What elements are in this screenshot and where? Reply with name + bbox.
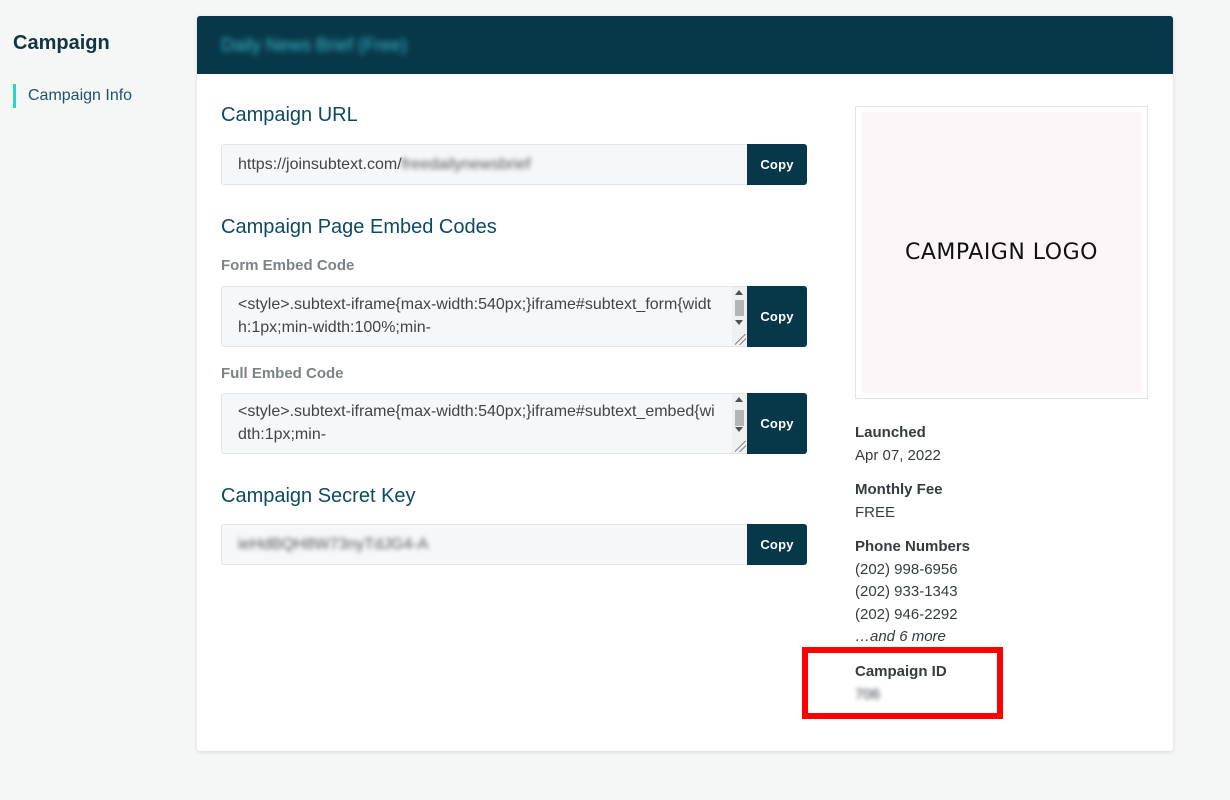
- url-slug: freedailynewsbrief: [401, 156, 531, 173]
- form-embed-textarea[interactable]: <style>.subtext-iframe{max-width:540px;}…: [221, 286, 747, 347]
- campaign-id-block: Campaign ID 706: [855, 661, 947, 706]
- secret-key-value: ieHdBQH8W73nyTdJG4-A: [238, 536, 429, 553]
- full-embed-textarea[interactable]: <style>.subtext-iframe{max-width:540px;}…: [221, 393, 747, 454]
- scroll-down-arrow-icon[interactable]: [735, 320, 743, 325]
- scroll-thumb[interactable]: [735, 410, 744, 426]
- campaign-url-title: Campaign URL: [221, 104, 358, 126]
- monthly-fee-block: Monthly Fee FREE: [855, 479, 943, 524]
- secret-key-field[interactable]: ieHdBQH8W73nyTdJG4-A: [221, 524, 747, 565]
- scroll-up-arrow-icon[interactable]: [735, 290, 743, 295]
- copy-full-embed-button[interactable]: Copy: [747, 393, 807, 454]
- form-embed-label: Form Embed Code: [221, 257, 355, 274]
- campaign-url-field[interactable]: https://joinsubtext.com/freedailynewsbri…: [221, 144, 747, 185]
- sidebar: Campaign Campaign Info: [0, 0, 197, 800]
- campaign-logo: CAMPAIGN LOGO: [855, 106, 1148, 399]
- phone-number: (202) 998-6956: [855, 561, 958, 578]
- phone-numbers-block: Phone Numbers (202) 998-6956 (202) 933-1…: [855, 536, 970, 648]
- campaign-url-row: https://joinsubtext.com/freedailynewsbri…: [221, 144, 807, 185]
- embed-codes-title: Campaign Page Embed Codes: [221, 216, 497, 238]
- form-embed-code: <style>.subtext-iframe{max-width:540px;}…: [238, 296, 712, 336]
- launched-value: Apr 07, 2022: [855, 447, 941, 464]
- launched-block: Launched Apr 07, 2022: [855, 422, 941, 467]
- secret-key-row: ieHdBQH8W73nyTdJG4-A Copy: [221, 524, 807, 565]
- more-phone-numbers: …and 6 more: [855, 628, 946, 645]
- campaign-card: Daily News Brief (Free) Campaign URL htt…: [197, 16, 1173, 751]
- url-prefix: https://joinsubtext.com/: [238, 156, 402, 173]
- monthly-fee-value: FREE: [855, 504, 896, 521]
- scroll-down-arrow-icon[interactable]: [735, 427, 743, 432]
- full-embed-label: Full Embed Code: [221, 365, 344, 382]
- phone-numbers-label: Phone Numbers: [855, 538, 971, 555]
- scroll-up-arrow-icon[interactable]: [735, 397, 743, 402]
- launched-label: Launched: [855, 424, 926, 441]
- resize-grip-icon[interactable]: [735, 334, 746, 345]
- scroll-thumb[interactable]: [735, 300, 744, 316]
- phone-number: (202) 946-2292: [855, 606, 958, 623]
- phone-number: (202) 933-1343: [855, 583, 958, 600]
- copy-url-button[interactable]: Copy: [747, 144, 807, 185]
- full-embed-row: <style>.subtext-iframe{max-width:540px;}…: [221, 393, 807, 454]
- copy-form-embed-button[interactable]: Copy: [747, 286, 807, 347]
- sidebar-item-campaign-info[interactable]: Campaign Info: [13, 84, 132, 108]
- sidebar-title: Campaign: [13, 32, 110, 54]
- campaign-id-value: 706: [855, 686, 881, 703]
- campaign-logo-placeholder: CAMPAIGN LOGO: [861, 112, 1142, 393]
- campaign-id-label: Campaign ID: [855, 663, 947, 680]
- campaign-name: Daily News Brief (Free): [221, 35, 408, 55]
- resize-grip-icon[interactable]: [735, 441, 746, 452]
- form-embed-row: <style>.subtext-iframe{max-width:540px;}…: [221, 286, 807, 347]
- card-header: Daily News Brief (Free): [197, 16, 1173, 74]
- copy-secret-key-button[interactable]: Copy: [747, 524, 807, 565]
- full-embed-code: <style>.subtext-iframe{max-width:540px;}…: [238, 403, 715, 443]
- monthly-fee-label: Monthly Fee: [855, 481, 943, 498]
- secret-key-title: Campaign Secret Key: [221, 485, 416, 507]
